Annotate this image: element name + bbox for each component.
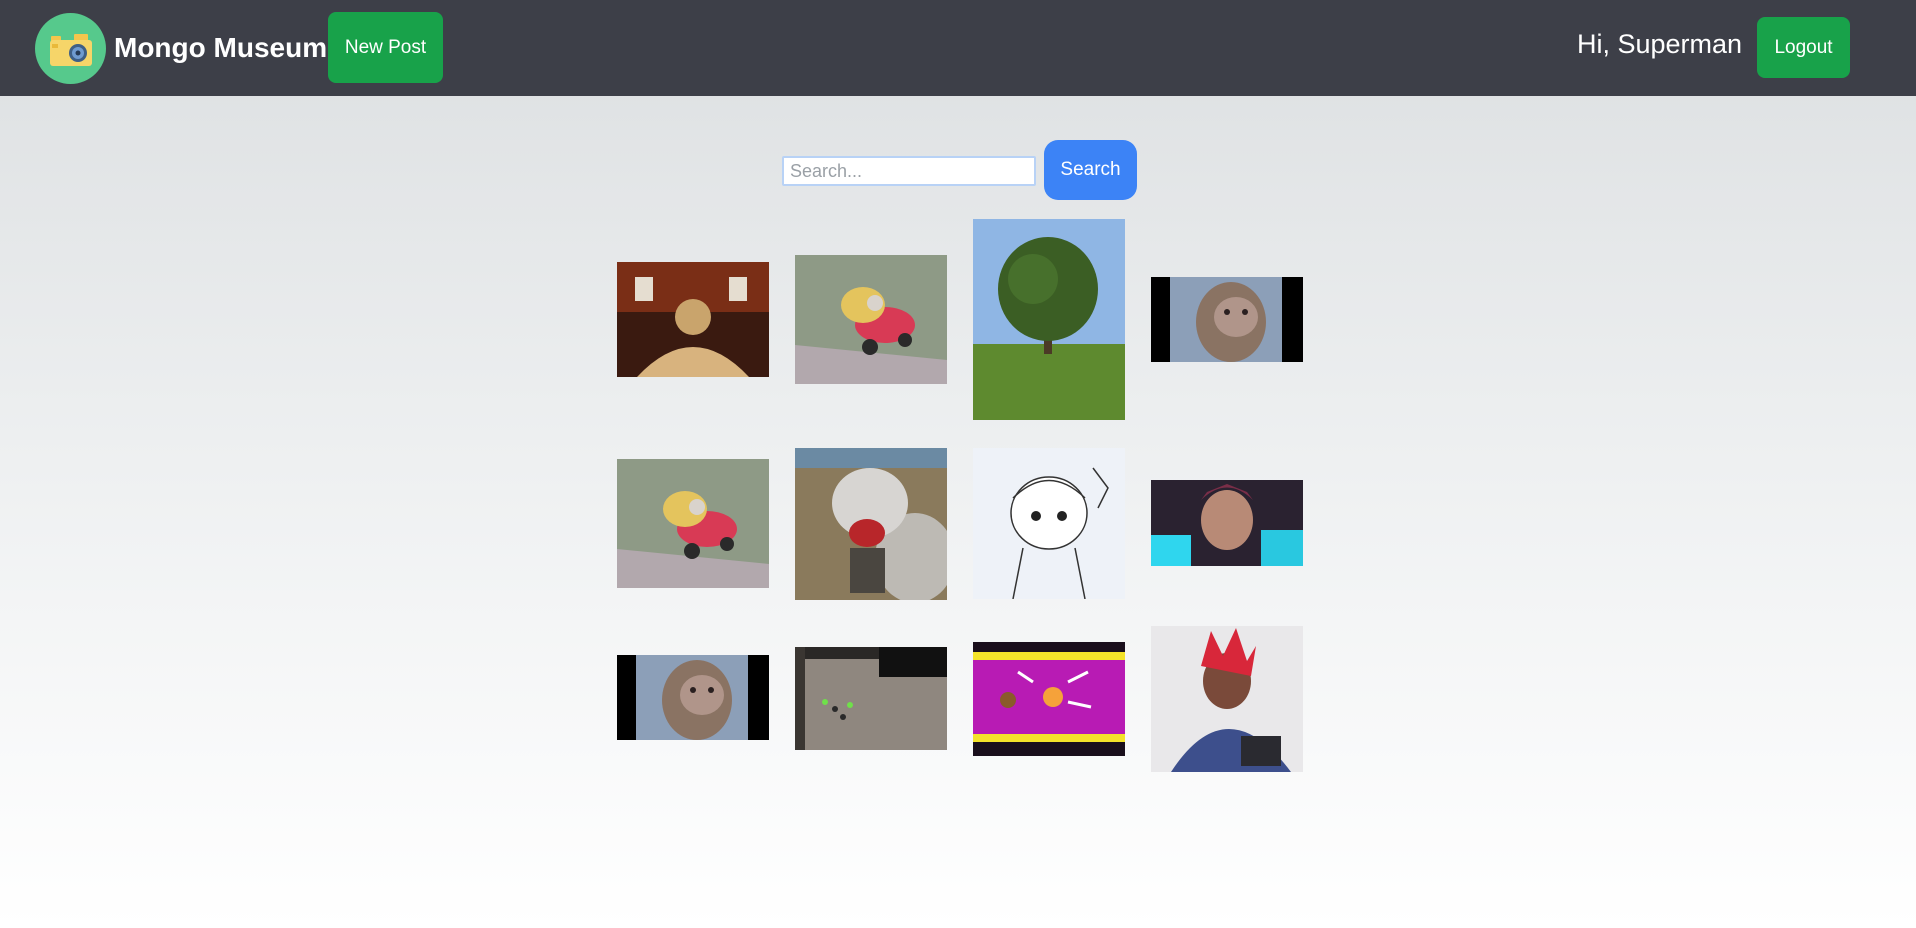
post-thumbnail[interactable]	[617, 459, 769, 588]
post-thumbnail[interactable]	[617, 262, 769, 377]
new-post-button[interactable]: New Post	[328, 12, 443, 83]
camera-icon[interactable]	[35, 13, 106, 84]
search-input[interactable]	[782, 156, 1036, 186]
post-thumbnail[interactable]	[973, 448, 1125, 599]
post-thumbnail[interactable]	[1151, 480, 1303, 566]
search-button[interactable]: Search	[1044, 140, 1137, 200]
post-thumbnail[interactable]	[1151, 277, 1303, 362]
post-thumbnail[interactable]	[973, 642, 1125, 756]
brand-title[interactable]: Mongo Museum	[114, 32, 327, 64]
top-navbar: Mongo Museum New Post Hi, Superman Logou…	[0, 0, 1916, 96]
post-thumbnail[interactable]	[795, 255, 947, 384]
post-thumbnail[interactable]	[617, 655, 769, 740]
post-thumbnail[interactable]	[795, 448, 947, 600]
post-thumbnail[interactable]	[1151, 626, 1303, 772]
post-thumbnail[interactable]	[795, 647, 947, 750]
post-thumbnail[interactable]	[973, 219, 1125, 420]
user-greeting: Hi, Superman	[1577, 29, 1743, 59]
logout-button[interactable]: Logout	[1757, 17, 1850, 78]
